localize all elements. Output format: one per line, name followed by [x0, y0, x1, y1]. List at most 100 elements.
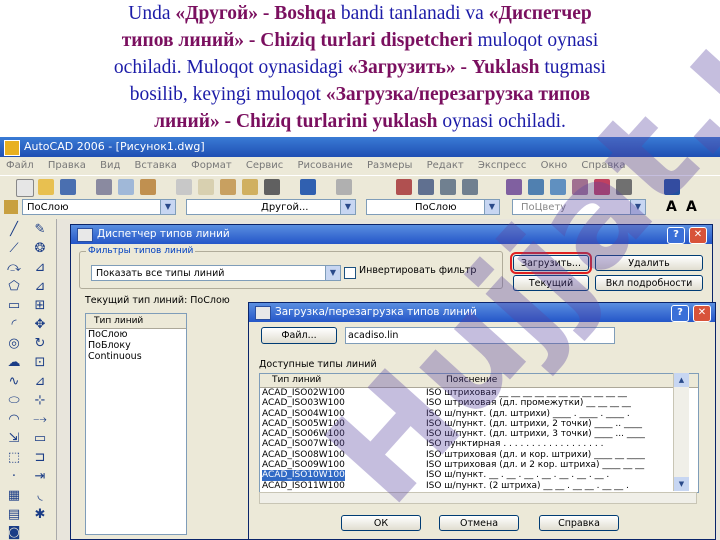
revcloud-icon[interactable]: ☁ — [4, 354, 24, 372]
scroll-up-icon[interactable]: ▲ — [674, 373, 689, 387]
explode-icon[interactable]: ✱ — [30, 506, 50, 524]
table-row[interactable]: ACAD_ISO08W100 ISO штриховая (дл. и кор. … — [260, 450, 698, 460]
mirror-icon[interactable]: ⊿ — [30, 259, 50, 277]
extend-icon[interactable]: ⤍ — [30, 411, 50, 429]
copy-icon[interactable] — [198, 179, 214, 195]
filter-combo[interactable]: Показать все типы линий ▼ — [91, 265, 341, 281]
linetype-combo[interactable]: Другой... ▼ — [186, 199, 356, 215]
polyline-icon[interactable]: ⤼ — [4, 259, 24, 277]
trim-icon[interactable]: ⊹ — [30, 392, 50, 410]
list-item[interactable]: Continuous — [86, 351, 186, 362]
move-icon[interactable]: ✥ — [30, 316, 50, 334]
preview-icon[interactable] — [118, 179, 134, 195]
ellipse-icon[interactable]: ⬭ — [4, 392, 24, 410]
menu-express[interactable]: Экспресс — [478, 160, 527, 171]
file-button[interactable]: Файл... — [261, 327, 337, 344]
table-row[interactable]: ACAD_ISO11W100 ISO ш/пункт. (2 штриха) __… — [260, 481, 698, 491]
table-row[interactable]: ACAD_ISO03W100 ISO штриховая (дл. промежу… — [260, 398, 698, 408]
tool-palettes-icon[interactable] — [550, 179, 566, 195]
chamfer-icon[interactable]: ⇥ — [30, 468, 50, 486]
linetypes-table[interactable]: Тип линий Пояснение ACAD_ISO02W100 ISO шт… — [259, 373, 699, 493]
copy-object-icon[interactable]: ❂ — [30, 240, 50, 258]
new-icon[interactable] — [16, 179, 34, 197]
list-item[interactable]: ПоБлоку — [86, 340, 186, 351]
hatch-icon[interactable]: ▦ — [4, 487, 24, 505]
table-row[interactable]: ACAD_ISO09W100 ISO штриховая (дл. и 2 кор… — [260, 460, 698, 470]
ok-button[interactable]: ОК — [341, 515, 421, 531]
linetype-list[interactable]: Тип линий ПоСлою ПоБлоку Continuous — [85, 313, 187, 535]
break-icon[interactable]: ▭ — [30, 430, 50, 448]
rotate-icon[interactable]: ↻ — [30, 335, 50, 353]
array-icon[interactable]: ⊞ — [30, 297, 50, 315]
zoom-window-icon[interactable] — [440, 179, 456, 195]
menu-draw[interactable]: Рисование — [297, 160, 352, 171]
redo-icon[interactable] — [336, 179, 352, 195]
help-question-icon[interactable]: ? — [667, 227, 685, 244]
menu-view[interactable]: Вид — [100, 160, 120, 171]
paste-icon[interactable] — [220, 179, 236, 195]
region-icon[interactable]: ◙ — [4, 524, 24, 540]
current-button[interactable]: Текущий — [513, 275, 589, 291]
column-header-type[interactable]: Тип линий — [272, 374, 321, 387]
table-row[interactable]: ACAD_ISO05W100 ISO ш/пункт. (дл. штрихи, … — [260, 419, 698, 429]
block-editor-icon[interactable] — [264, 179, 280, 195]
undo-icon[interactable] — [300, 179, 316, 195]
list-item[interactable]: ПоСлою — [86, 329, 186, 340]
file-field[interactable]: acadiso.lin — [345, 327, 615, 344]
pan-icon[interactable] — [396, 179, 412, 195]
cut-icon[interactable] — [176, 179, 192, 195]
point-icon[interactable]: · — [4, 468, 24, 486]
construction-line-icon[interactable]: ⟋ — [4, 240, 24, 258]
join-icon[interactable]: ⊐ — [30, 449, 50, 467]
load-button[interactable]: Загрузить... — [510, 252, 592, 274]
menu-modify[interactable]: Редакт — [427, 160, 464, 171]
lineweight-combo[interactable]: ПоСлою ▼ — [366, 199, 500, 215]
sheet-set-icon[interactable] — [572, 179, 588, 195]
horizontal-scrollbar[interactable] — [259, 492, 697, 504]
menu-dimension[interactable]: Размеры — [367, 160, 412, 171]
design-center-icon[interactable] — [528, 179, 544, 195]
details-button[interactable]: Вкл подробности — [595, 275, 703, 291]
color-combo[interactable]: ПоЦвету ▼ — [512, 199, 646, 215]
erase-icon[interactable]: ✎ — [30, 221, 50, 239]
layer-combo[interactable]: ПоСлою ▼ — [22, 199, 176, 215]
help-button[interactable]: Справка — [539, 515, 619, 531]
gradient-icon[interactable]: ▤ — [4, 506, 24, 524]
cancel-button[interactable]: Отмена — [439, 515, 519, 531]
offset-icon[interactable]: ⊿ — [30, 278, 50, 296]
menu-edit[interactable]: Правка — [48, 160, 86, 171]
table-row[interactable]: ACAD_ISO10W100 ISO ш/пункт. __ . __ . __ … — [260, 470, 698, 481]
rectangle-icon[interactable]: ▭ — [4, 297, 24, 315]
menu-file[interactable]: Файл — [6, 160, 34, 171]
help-question-icon[interactable]: ? — [671, 305, 689, 322]
zoom-previous-icon[interactable] — [462, 179, 478, 195]
menu-tools[interactable]: Сервис — [246, 160, 283, 171]
insert-block-icon[interactable]: ⇲ — [4, 430, 24, 448]
text-style-icon[interactable]: A — [666, 199, 677, 215]
stretch-icon[interactable]: ⊿ — [30, 373, 50, 391]
polygon-icon[interactable]: ⬠ — [4, 278, 24, 296]
table-row[interactable]: ACAD_ISO07W100 ISO пунктирная . . . . . .… — [260, 439, 698, 449]
make-block-icon[interactable]: ⬚ — [4, 449, 24, 467]
properties-icon[interactable] — [506, 179, 522, 195]
fillet-icon[interactable]: ◟ — [30, 487, 50, 505]
spline-icon[interactable]: ∿ — [4, 373, 24, 391]
save-icon[interactable] — [60, 179, 76, 195]
calculator-icon[interactable] — [616, 179, 632, 195]
delete-button[interactable]: Удалить — [595, 255, 703, 271]
vertical-scrollbar[interactable]: ▲ ▼ — [673, 373, 689, 491]
close-icon[interactable]: ✕ — [689, 227, 707, 244]
print-icon[interactable] — [96, 179, 112, 195]
table-row[interactable]: ACAD_ISO02W100 ISO штриховая __ __ __ __ … — [260, 388, 698, 398]
menu-insert[interactable]: Вставка — [135, 160, 177, 171]
table-row[interactable]: ACAD_ISO04W100 ISO ш/пункт. (дл. штрихи) … — [260, 409, 698, 419]
arc-icon[interactable]: ◜ — [4, 316, 24, 334]
help-icon[interactable] — [664, 179, 680, 195]
linetype-column-header[interactable]: Тип линий — [86, 314, 186, 329]
line-icon[interactable]: ╱ — [4, 221, 24, 239]
scale-icon[interactable]: ⊡ — [30, 354, 50, 372]
publish-icon[interactable] — [140, 179, 156, 195]
menu-help[interactable]: Справка — [581, 160, 625, 171]
ellipse-arc-icon[interactable]: ◠ — [4, 411, 24, 429]
column-header-description[interactable]: Пояснение — [446, 374, 497, 387]
